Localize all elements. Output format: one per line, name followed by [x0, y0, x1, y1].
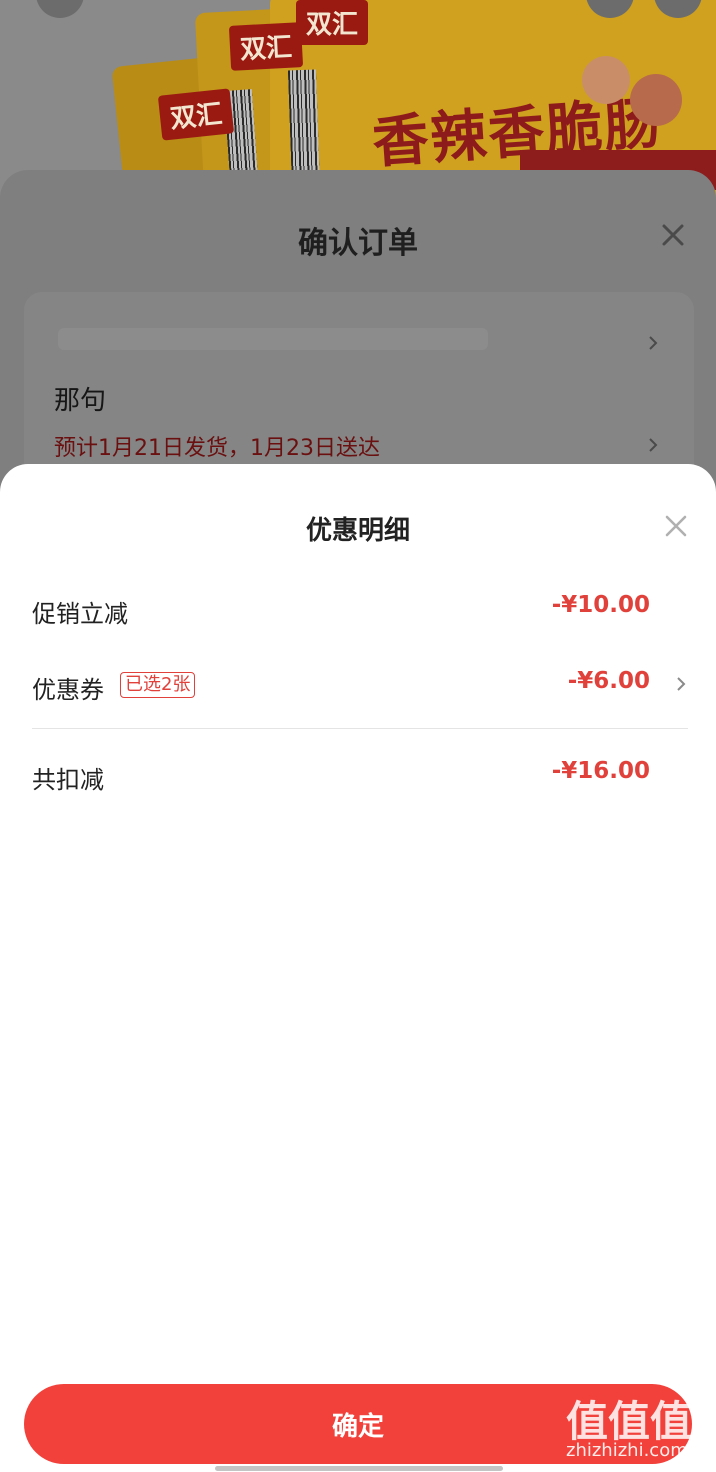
coupon-count-badge: 已选2张	[120, 672, 196, 698]
discount-sheet-title: 优惠明细	[305, 516, 410, 546]
brand-logo: 双汇	[157, 88, 235, 141]
close-icon[interactable]	[664, 514, 688, 538]
mascot-graphic	[630, 74, 682, 126]
total-discount-row: 共扣减 -¥16.00	[32, 756, 650, 796]
confirm-button-label: 确定	[331, 1411, 384, 1442]
recipient-name: 那句	[54, 386, 107, 416]
confirm-order-sheet: 确认订单 那句 预计1月21日发货，1月23日送达	[0, 170, 716, 512]
screen: 双汇 双汇 双汇 香辣香脆肠 确认订单 那句 预计1月21日发货，1月23日送达	[0, 0, 716, 1472]
chevron-right-icon[interactable]	[674, 676, 688, 692]
divider	[32, 728, 688, 729]
coupon-row[interactable]: 优惠券 已选2张 -¥6.00	[32, 666, 686, 706]
discount-detail-sheet: 优惠明细 促销立减 -¥10.00 优惠券 已选2张 -¥6.00 共扣减 -¥…	[0, 464, 716, 1472]
chevron-right-icon	[649, 336, 658, 350]
watermark: 值值值 zhizhizhi.com	[560, 1384, 710, 1470]
brand-logo: 双汇	[296, 0, 369, 45]
address-text-blurred	[58, 328, 488, 350]
close-icon[interactable]	[658, 220, 688, 250]
home-indicator[interactable]	[215, 1466, 503, 1471]
brand-logo: 双汇	[228, 22, 304, 71]
coupon-label: 优惠券	[32, 676, 104, 704]
total-discount-amount: -¥16.00	[551, 758, 650, 784]
total-discount-label: 共扣减	[32, 766, 104, 794]
mascot-graphic	[582, 56, 630, 104]
promo-discount-label: 促销立减	[32, 600, 128, 628]
coupon-amount: -¥6.00	[567, 668, 650, 694]
promo-discount-row: 促销立减 -¥10.00	[32, 590, 650, 630]
promo-discount-amount: -¥10.00	[551, 592, 650, 618]
delivery-estimate: 预计1月21日发货，1月23日送达	[54, 436, 380, 461]
back-button[interactable]	[36, 0, 84, 18]
watermark-url: zhizhizhi.com	[566, 1440, 688, 1461]
chevron-right-icon	[649, 438, 658, 452]
order-sheet-title: 确认订单	[298, 226, 418, 261]
